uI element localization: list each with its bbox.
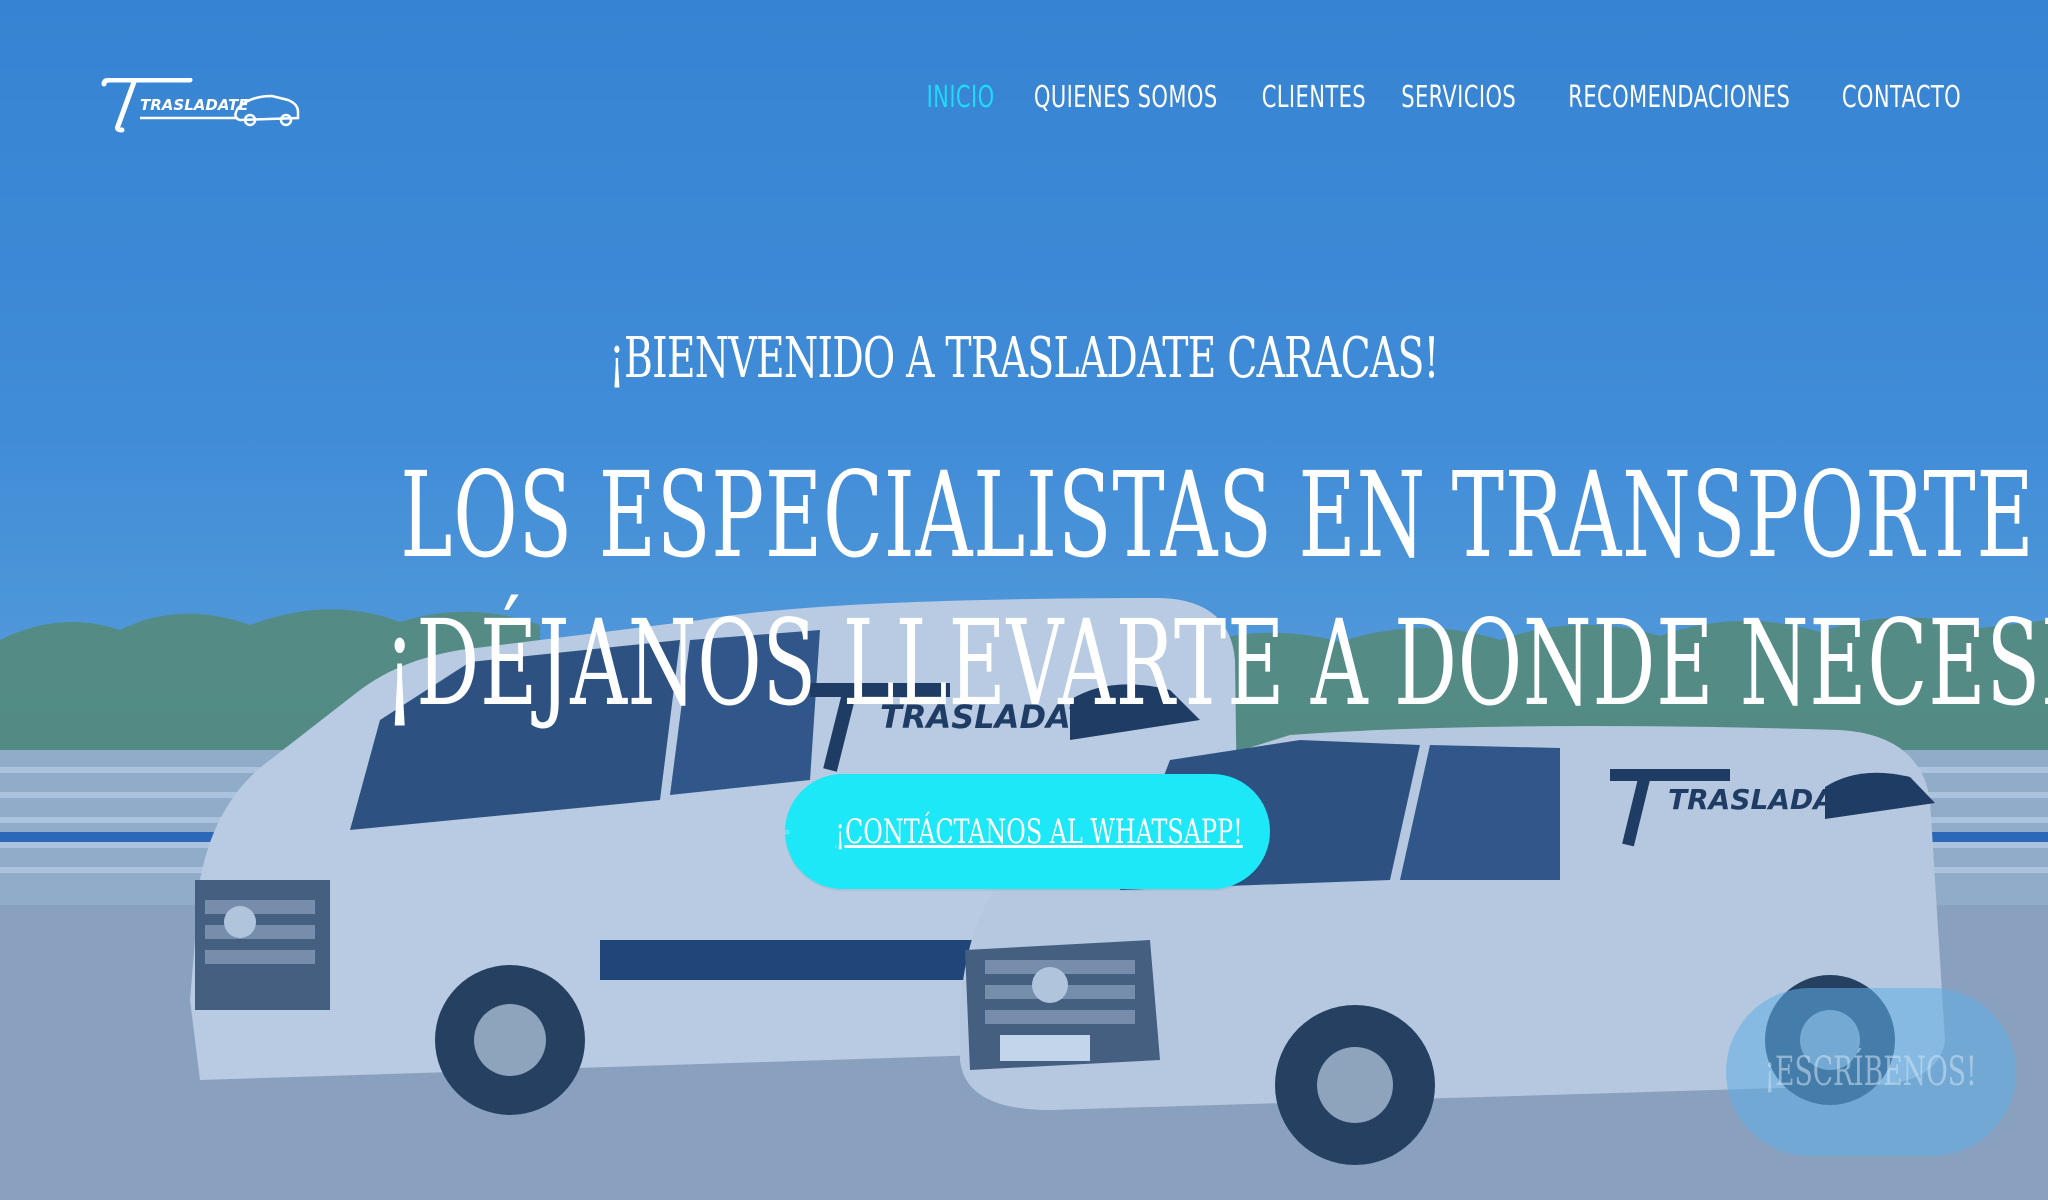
nav-item-clientes[interactable]: CLIENTES xyxy=(1262,80,1366,115)
whatsapp-cta-label: ¡CONTÁCTANOS AL WHATSAPP! xyxy=(835,811,1243,852)
nav-item-contacto[interactable]: CONTACTO xyxy=(1842,80,1961,115)
main-nav: INICIO QUIENES SOMOS CLIENTES SERVICIOS … xyxy=(926,80,1964,115)
headline-line-1-text: LOS ESPECIALISTAS EN TRANSPORTE DE PERSO… xyxy=(400,446,2048,584)
nav-item-quienes-somos[interactable]: QUIENES SOMOS xyxy=(1034,80,1218,115)
welcome-text: ¡BIENVENIDO A TRASLADATE CARACAS! xyxy=(609,326,1439,391)
floating-chat-bubble[interactable]: ¡ESCRÍBENOS! xyxy=(1726,988,2016,1156)
headline-line-2-text: ¡DÉJANOS LLEVARTE A DONDE NECESITAS ESTA… xyxy=(383,594,2048,732)
trasladate-logo[interactable]: TRASLADATE xyxy=(100,78,300,134)
nav-item-servicios[interactable]: SERVICIOS xyxy=(1401,80,1516,115)
floating-chat-label: ¡ESCRÍBENOS! xyxy=(1764,1049,1978,1095)
nav-item-inicio[interactable]: INICIO xyxy=(926,80,994,115)
whatsapp-icon xyxy=(785,829,790,834)
hero-section: TRASLADATE TRASLADATE TRASLADATE INICIO … xyxy=(0,0,2048,1200)
headline-line-2: ¡DÉJANOS LLEVARTE A DONDE NECESITAS ESTA… xyxy=(0,604,2048,722)
headline-line-1: LOS ESPECIALISTAS EN TRANSPORTE DE PERSO… xyxy=(0,456,2048,574)
nav-item-recomendaciones[interactable]: RECOMENDACIONES xyxy=(1568,80,1790,115)
whatsapp-cta-button[interactable]: ¡CONTÁCTANOS AL WHATSAPP! xyxy=(785,774,1270,889)
logo-text: TRASLADATE xyxy=(140,96,249,114)
welcome-subtitle: ¡BIENVENIDO A TRASLADATE CARACAS! xyxy=(0,326,2048,391)
